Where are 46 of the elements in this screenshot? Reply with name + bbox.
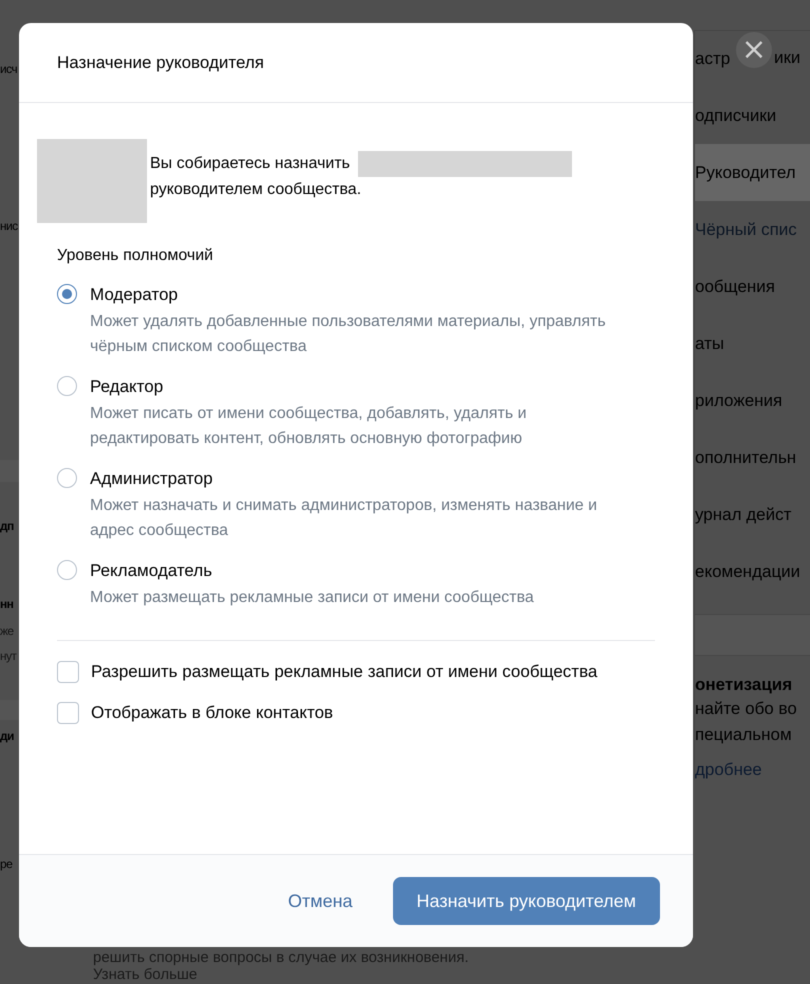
checkbox[interactable] xyxy=(57,661,79,683)
sidebar-item[interactable]: Руководител xyxy=(695,144,810,201)
sidebar-item[interactable]: екомендации xyxy=(695,543,800,600)
sidebar-item[interactable]: одписчики xyxy=(695,87,776,144)
section-heading: Уровень полномочий xyxy=(57,247,214,265)
promo-title: онетизация xyxy=(695,675,794,695)
promo-text: найте обо во xyxy=(695,698,798,720)
checkbox-label: Отображать в блоке контактов xyxy=(91,702,334,724)
role-label: Администратор xyxy=(90,468,214,490)
sidebar-item[interactable]: Чёрный спис xyxy=(695,201,797,258)
background-text: же xyxy=(0,624,14,638)
cancel-button[interactable]: Отмена xyxy=(286,882,355,920)
role-description: Может назначать и снимать администраторов, изменять название и адрес сообщества xyxy=(90,496,598,541)
message-text: руководителем сообщества. xyxy=(150,180,362,200)
more-link[interactable]: дробнее xyxy=(695,760,810,780)
role-description: Может удалять добавленные пользователями материалы, управлять чёрным списком сообщества xyxy=(90,312,607,357)
radio-button[interactable] xyxy=(57,376,77,396)
checkbox[interactable] xyxy=(57,702,79,724)
radio-button[interactable] xyxy=(57,468,77,488)
sidebar-item[interactable]: урнал дейст xyxy=(695,486,792,543)
sidebar-item[interactable]: астр xyxy=(695,30,730,87)
assign-button[interactable]: Назначить руководителем xyxy=(392,877,660,925)
sidebar-item[interactable]: аты xyxy=(695,315,724,372)
promo-text: пециальном xyxy=(695,724,793,746)
dialog-title: Назначение руководителя xyxy=(57,52,264,72)
radio-button[interactable] xyxy=(57,284,77,304)
role-description: Может размещать рекламные записи от имени сообщества xyxy=(90,588,535,608)
radio-button[interactable] xyxy=(57,560,77,580)
role-description: Может писать от имени сообщества, добавлять, удалять и редактировать контент, обновлять основную фотографию xyxy=(90,404,528,449)
background-text: нут xyxy=(0,649,16,663)
checkbox-label: Разрешить размещать рекламные записи от имени сообщества xyxy=(91,661,598,683)
role-label: Рекламодатель xyxy=(90,560,214,582)
close-button[interactable]: × xyxy=(736,32,772,68)
background-text: исч xyxy=(0,62,18,76)
sidebar-item-text: ики xyxy=(774,48,800,68)
role-label: Редактор xyxy=(90,376,164,398)
sidebar-item[interactable]: ообщения xyxy=(695,258,775,315)
background-text: нн xyxy=(0,597,14,611)
background-text: нис xyxy=(0,219,18,233)
background-text: ре xyxy=(0,857,12,871)
background-text: дп xyxy=(0,519,14,533)
background-text: ди xyxy=(0,729,14,743)
sidebar-item[interactable]: ополнительн xyxy=(695,429,796,486)
sidebar-item[interactable]: риложения xyxy=(695,372,782,429)
role-label: Модератор xyxy=(90,284,179,306)
message-text: Вы собираетесь назначить xyxy=(150,154,350,174)
